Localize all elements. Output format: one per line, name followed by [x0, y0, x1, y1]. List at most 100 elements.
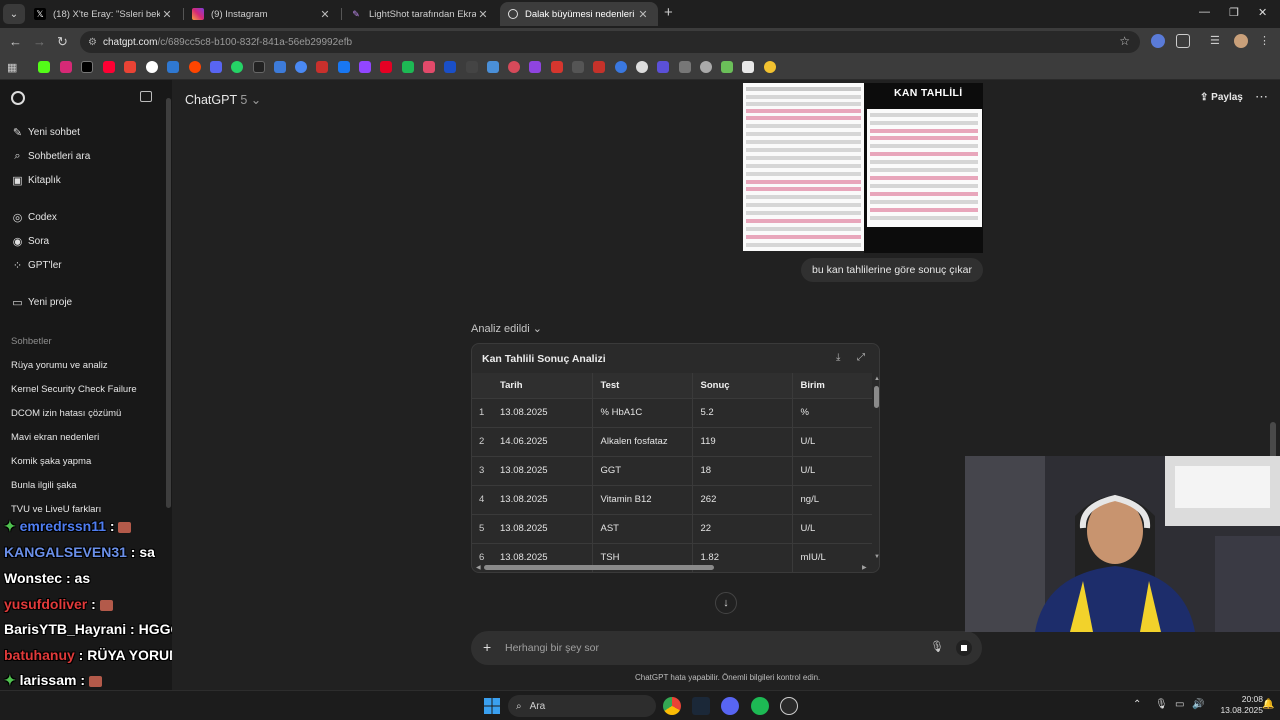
- expand-icon[interactable]: ⤢: [857, 352, 865, 363]
- bookmark-icon[interactable]: [210, 61, 222, 73]
- sidebar-item-codex[interactable]: ◎ Codex: [11, 211, 57, 224]
- share-button[interactable]: ⇪ Paylaş: [1200, 92, 1243, 103]
- sidebar-item-library[interactable]: ▣ Kitaplık: [11, 174, 61, 187]
- column-header[interactable]: Birim: [791, 373, 872, 398]
- close-icon[interactable]: ✕: [318, 8, 332, 21]
- volume-icon[interactable]: 🔊: [1192, 699, 1204, 710]
- prompt-input[interactable]: [505, 639, 925, 657]
- microphone-tray-icon[interactable]: 🎙: [1155, 699, 1168, 710]
- instagram-bookmark-icon[interactable]: [60, 61, 72, 73]
- sidebar-chat-item[interactable]: Mavi ekran nedenleri: [11, 432, 99, 443]
- sidebar-chat-item[interactable]: Komik şaka yapma: [11, 456, 91, 467]
- close-icon[interactable]: ✕: [160, 8, 174, 21]
- gmail-icon[interactable]: [124, 61, 136, 73]
- bookmark-icon[interactable]: [466, 61, 478, 73]
- spotify-icon[interactable]: [751, 697, 769, 715]
- sidebar-chat-item[interactable]: Rüya yorumu ve analiz: [11, 360, 108, 371]
- scroll-left-arrow-icon[interactable]: ◀: [476, 564, 481, 571]
- attached-blood-test-image[interactable]: KAN TAHLİLİ: [864, 83, 983, 253]
- scroll-up-arrow-icon[interactable]: ▲: [874, 376, 879, 382]
- bookmark-icon[interactable]: [572, 61, 584, 73]
- sidebar-item-sora[interactable]: ◉ Sora: [11, 235, 49, 248]
- attached-lab-report-image[interactable]: [743, 83, 864, 251]
- window-close-icon[interactable]: ✕: [1258, 6, 1267, 19]
- reload-icon[interactable]: ↻: [57, 34, 68, 50]
- stop-generating-button[interactable]: [956, 640, 972, 656]
- sidebar-chat-item[interactable]: DCOM izin hatası çözümü: [11, 408, 121, 419]
- whatsapp-icon[interactable]: [231, 61, 243, 73]
- chevron-up-icon[interactable]: ⌃: [1133, 699, 1141, 710]
- bookmark-icon[interactable]: [700, 61, 712, 73]
- bookmark-icon[interactable]: [657, 61, 669, 73]
- kick-icon[interactable]: [38, 61, 50, 73]
- restore-icon[interactable]: ❐: [1229, 6, 1239, 19]
- bookmark-icon[interactable]: [721, 61, 733, 73]
- forward-icon[interactable]: →: [33, 34, 46, 49]
- x-bookmark-icon[interactable]: [81, 61, 93, 73]
- close-icon[interactable]: ✕: [476, 8, 490, 21]
- table-horizontal-scrollbar[interactable]: [484, 565, 714, 570]
- bookmark-icon[interactable]: [764, 61, 776, 73]
- sidebar-item-gpts[interactable]: ⁘ GPT'ler: [11, 259, 62, 272]
- microphone-icon[interactable]: 🎙: [930, 640, 944, 653]
- column-header[interactable]: Sonuç: [691, 373, 792, 398]
- browser-tab-chatgpt[interactable]: Dalak büyümesi nedenleri ✕: [500, 2, 658, 26]
- twitch-icon[interactable]: [359, 61, 371, 73]
- model-selector[interactable]: ChatGPT 5 ⌄: [185, 92, 261, 107]
- scroll-right-arrow-icon[interactable]: ▶: [862, 564, 867, 571]
- network-icon[interactable]: ▭: [1175, 699, 1184, 710]
- bookmark-icon[interactable]: [508, 61, 520, 73]
- chrome-icon[interactable]: [663, 697, 681, 715]
- scroll-to-bottom-button[interactable]: ↓: [715, 592, 737, 614]
- browser-tab-lightshot[interactable]: ✎ LightShot tarafından Ekran Gör ✕: [342, 2, 498, 26]
- bookmark-icon[interactable]: [444, 61, 456, 73]
- reddit-icon[interactable]: [189, 61, 201, 73]
- extensions-puzzle-icon[interactable]: [1176, 34, 1190, 48]
- google-icon[interactable]: [146, 61, 158, 73]
- windows-start-icon[interactable]: [484, 698, 500, 714]
- bookmark-icon[interactable]: [742, 61, 754, 73]
- bookmark-icon[interactable]: [679, 61, 691, 73]
- reading-list-icon[interactable]: ☰: [1210, 34, 1224, 48]
- tab-search-button[interactable]: ⌄: [3, 4, 25, 24]
- bookmark-icon[interactable]: [487, 61, 499, 73]
- bookmark-icon[interactable]: [295, 61, 307, 73]
- column-header[interactable]: Tarih: [492, 373, 592, 398]
- bookmark-icon[interactable]: [423, 61, 435, 73]
- bookmark-star-icon[interactable]: ☆: [1119, 34, 1130, 48]
- steam-icon[interactable]: [692, 697, 710, 715]
- system-clock[interactable]: 20:08 13.08.2025: [1215, 694, 1263, 716]
- sidebar-chat-item[interactable]: Kernel Security Check Failure: [11, 384, 137, 395]
- new-tab-button[interactable]: +: [664, 4, 673, 21]
- bookmark-icon[interactable]: [551, 61, 563, 73]
- sidebar-scrollbar[interactable]: [166, 98, 171, 508]
- discord-icon[interactable]: [721, 697, 739, 715]
- analysis-toggle[interactable]: Analiz edildi ⌄: [471, 322, 542, 335]
- bookmark-icon[interactable]: [167, 61, 179, 73]
- browser-tab-x[interactable]: 𝕏 (18) X'te Eray: "Ssleri bekliyorum ✕: [26, 2, 182, 26]
- taskbar-search[interactable]: ⌕ Ara: [508, 695, 656, 717]
- bookmark-icon[interactable]: [253, 61, 265, 73]
- app-icon[interactable]: [780, 697, 798, 715]
- bookmark-icon[interactable]: [636, 61, 648, 73]
- notifications-icon[interactable]: 🔔: [1262, 699, 1274, 710]
- site-info-icon[interactable]: ⚙: [88, 37, 97, 48]
- facebook-icon[interactable]: [338, 61, 350, 73]
- chatgpt-logo-icon[interactable]: [11, 91, 25, 105]
- bookmark-icon[interactable]: [529, 61, 541, 73]
- bookmark-icon[interactable]: [316, 61, 328, 73]
- sidebar-item-new-project[interactable]: ▭ Yeni proje: [11, 296, 72, 309]
- sidebar-item-search-chats[interactable]: ⌕ Sohbetleri ara: [11, 150, 90, 163]
- browser-menu-icon[interactable]: ⋮: [1259, 34, 1273, 48]
- bookmark-icon[interactable]: [274, 61, 286, 73]
- scroll-down-arrow-icon[interactable]: ▼: [874, 554, 879, 560]
- browser-tab-instagram[interactable]: (9) Instagram ✕: [184, 2, 340, 26]
- more-options-icon[interactable]: ⋯: [1255, 89, 1268, 105]
- extension-icon[interactable]: [1151, 34, 1165, 48]
- youtube-icon[interactable]: [103, 61, 115, 73]
- bookmark-icon[interactable]: [615, 61, 627, 73]
- column-header[interactable]: Test: [591, 373, 692, 398]
- sidebar-item-new-chat[interactable]: ✎ Yeni sohbet: [11, 126, 80, 139]
- download-icon[interactable]: ⤓: [836, 352, 840, 363]
- url-field[interactable]: ⚙ chatgpt.com/c/689cc5c8-b100-832f-841a-…: [80, 31, 1140, 53]
